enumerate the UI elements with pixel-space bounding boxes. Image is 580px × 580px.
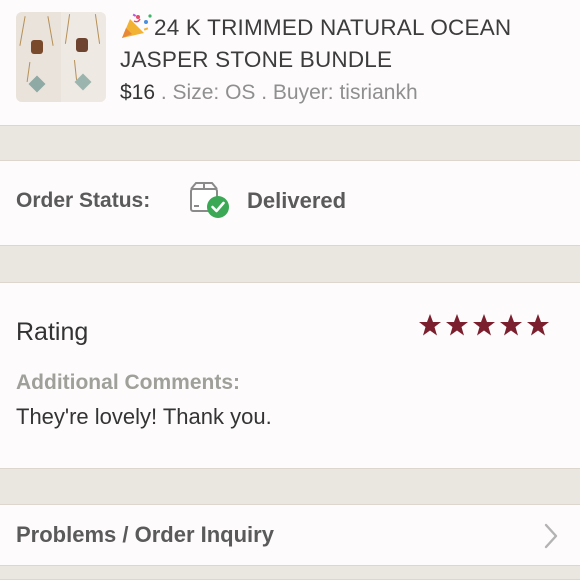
star-icon xyxy=(500,314,522,336)
product-meta: $16 . Size: OS . Buyer: tisriankh xyxy=(120,78,418,108)
star-icon xyxy=(473,314,495,336)
order-status-label: Order Status: xyxy=(16,189,151,212)
section-divider xyxy=(0,565,580,580)
delivered-box-check-icon xyxy=(188,181,232,219)
product-title-text: 24 K TRIMMED NATURAL OCEAN JASPER STONE … xyxy=(120,15,512,72)
star-rating xyxy=(418,313,550,337)
rating-title: Rating xyxy=(16,318,89,346)
star-icon xyxy=(419,314,441,336)
section-divider xyxy=(0,245,580,283)
product-thumbnail[interactable] xyxy=(16,12,106,102)
product-title[interactable]: 24 K TRIMMED NATURAL OCEAN JASPER STONE … xyxy=(120,12,570,76)
rating-card: Rating Additional Comments: They're love… xyxy=(0,283,580,468)
order-status-value: Delivered xyxy=(247,188,347,213)
thumbnail-right-photo xyxy=(61,12,106,102)
party-popper-icon xyxy=(120,13,154,39)
product-header-card[interactable]: 24 K TRIMMED NATURAL OCEAN JASPER STONE … xyxy=(0,0,580,125)
problems-order-inquiry-row[interactable]: Problems / Order Inquiry xyxy=(0,505,580,565)
section-divider xyxy=(0,468,580,505)
chevron-right-icon xyxy=(544,523,558,549)
problems-order-inquiry-label: Problems / Order Inquiry xyxy=(16,522,274,547)
section-divider xyxy=(0,125,580,161)
order-status-row: Order Status: Delivered xyxy=(0,161,580,245)
star-icon xyxy=(446,314,468,336)
thumbnail-left-photo xyxy=(16,12,61,102)
additional-comments-label: Additional Comments: xyxy=(16,371,240,394)
product-details: . Size: OS . Buyer: tisriankh xyxy=(155,81,418,104)
additional-comments-text: They're lovely! Thank you. xyxy=(16,404,272,429)
product-price: $16 xyxy=(120,81,156,104)
star-icon xyxy=(527,314,549,336)
